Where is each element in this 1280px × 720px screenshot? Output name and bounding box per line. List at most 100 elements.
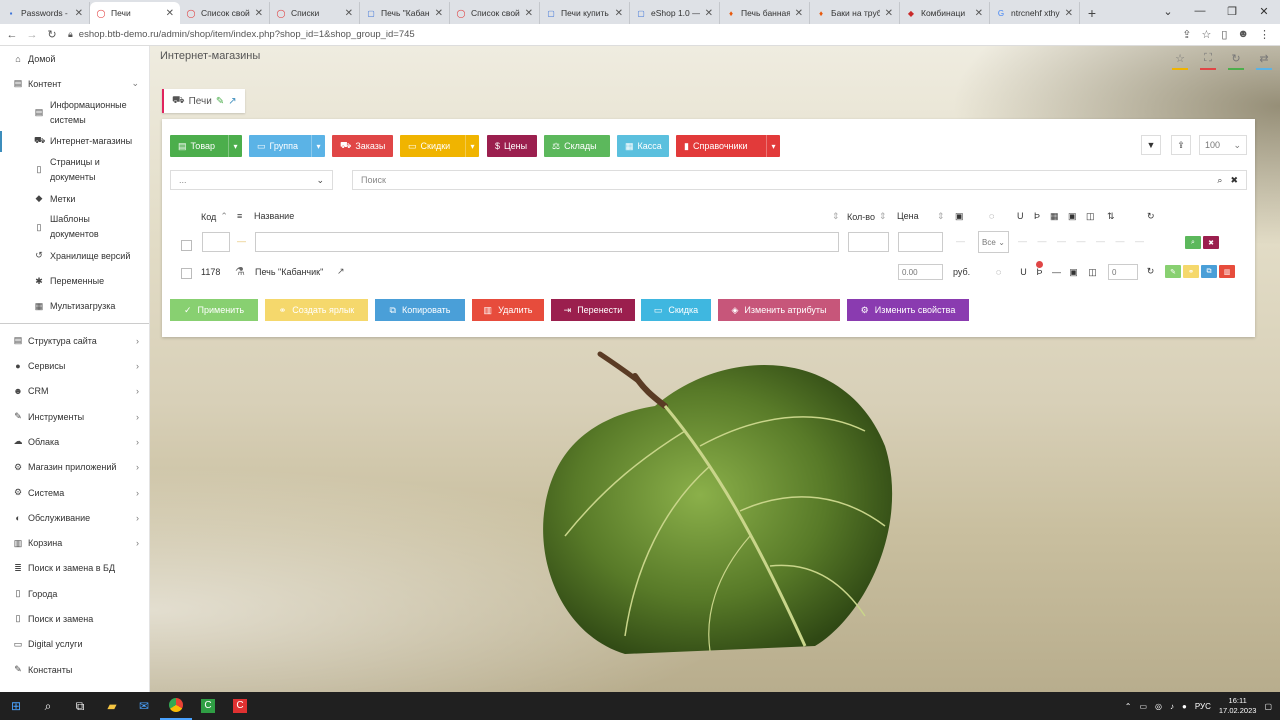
tab-close-icon[interactable]: ✕	[615, 8, 623, 19]
warehouses-button[interactable]: ⚖ Склады	[544, 135, 610, 157]
column-price[interactable]: Цена	[897, 211, 919, 221]
external-link-icon[interactable]: ↗	[228, 96, 236, 107]
copy-button[interactable]: ⧉ Копировать	[375, 299, 465, 321]
file-explorer-icon[interactable]: ▰	[96, 692, 128, 720]
external-link-icon[interactable]: ↗	[337, 266, 345, 277]
column-qty[interactable]: Кол-во ⇕	[847, 211, 887, 222]
name-filter[interactable]	[255, 232, 839, 252]
product-button[interactable]: ▤ Товар ▾	[170, 135, 242, 157]
sidebar-item[interactable]: ▤ Информационные системы	[0, 97, 149, 129]
edit-icon[interactable]: ✎	[216, 96, 224, 107]
sidebar-item[interactable]: ≣ Поиск и замена в БД	[0, 556, 149, 581]
group-select[interactable]: ... ⌄	[170, 170, 333, 190]
sidebar-item[interactable]: ▯ Города	[0, 581, 149, 606]
dropdown-caret-icon[interactable]: ▾	[228, 135, 242, 157]
tab-close-icon[interactable]: ✕	[166, 8, 174, 19]
edit-properties-button[interactable]: ⚙ Изменить свойства	[847, 299, 969, 321]
dropdown-caret-icon[interactable]: ▾	[465, 135, 479, 157]
qty-filter[interactable]	[848, 232, 889, 252]
tab-close-icon[interactable]: ✕	[525, 8, 533, 19]
row-name-link[interactable]: Печь "Кабанчик"	[255, 267, 323, 277]
chevron-down-icon[interactable]: ⌄	[1152, 0, 1184, 22]
column-menu[interactable]: ≡	[237, 211, 242, 221]
battery-icon[interactable]: ▭	[1139, 702, 1147, 711]
sidebar-item[interactable]: ☁ Облака ›	[0, 429, 149, 454]
dropdown-caret-icon[interactable]: ▾	[766, 135, 780, 157]
app-green-icon[interactable]: C	[192, 692, 224, 720]
sort-both-icon[interactable]: ⇕	[832, 211, 840, 222]
star-icon[interactable]: ☆	[1172, 52, 1188, 70]
sidebar-item[interactable]: ✱ Переменные	[0, 268, 149, 293]
price-filter[interactable]	[898, 232, 943, 252]
browser-tab[interactable]: ▢ eShop 1.0 — ✕	[630, 2, 720, 24]
sidebar-item[interactable]: ⚙ Магазин приложений ›	[0, 455, 149, 480]
sidebar-item[interactable]: ▯ Страницы и документы	[0, 154, 149, 186]
swap-icon[interactable]: ⇄	[1256, 52, 1272, 70]
prices-button[interactable]: $ Цены	[487, 135, 537, 157]
browser-tab[interactable]: ▢ Печь "Кабан ✕	[360, 2, 450, 24]
discounts-button[interactable]: ▭ Скидки ▾	[400, 135, 479, 157]
sidebar-item[interactable]: ▦ Мультизагрузка	[0, 294, 149, 319]
bulb-icon[interactable]: ◌	[993, 267, 1004, 277]
column-code[interactable]: Код ⌃	[201, 211, 228, 222]
select-all-checkbox[interactable]	[181, 240, 192, 251]
search-icon[interactable]: ⌕	[32, 692, 64, 720]
network-icon[interactable]: ◎	[1155, 702, 1162, 711]
browser-tab[interactable]: ♦ Баки на труб ✕	[810, 2, 900, 24]
browser-tab[interactable]: ◯ Список свой ✕	[180, 2, 270, 24]
dropdown-caret-icon[interactable]: ▾	[311, 135, 325, 157]
sidebar-item[interactable]: ✎ Константы	[0, 657, 149, 682]
search-button[interactable]: ⌕	[1185, 236, 1201, 249]
parking-icon[interactable]: Þ	[1034, 267, 1045, 277]
sidebar-item[interactable]: ● Сервисы ›	[0, 353, 149, 378]
sidebar-item[interactable]: ▥ Корзина ›	[0, 530, 149, 555]
comments-icon[interactable]: ◫	[1087, 267, 1098, 278]
active-filter-select[interactable]: Все ⌄	[978, 231, 1009, 253]
clock[interactable]: 16:11 17.02.2023	[1219, 696, 1257, 716]
filter-button[interactable]: ▼	[1141, 135, 1161, 155]
money-icon[interactable]: ▣	[1068, 267, 1079, 278]
task-view-icon[interactable]: ⧉	[64, 692, 96, 720]
browser-tab[interactable]: ◯ Списки ✕	[270, 2, 360, 24]
sidebar-item[interactable]: ▤ Структура сайта ›	[0, 328, 149, 353]
app-red-icon[interactable]: C	[224, 692, 256, 720]
code-filter[interactable]	[202, 232, 230, 252]
edit-button[interactable]: ✎	[1165, 265, 1181, 278]
edit-attributes-button[interactable]: ◈ Изменить атрибуты	[718, 299, 840, 321]
discount-button[interactable]: ▭ Скидка	[641, 299, 711, 321]
new-tab-button[interactable]: +	[1080, 2, 1104, 24]
column-name[interactable]: Название	[254, 211, 294, 221]
tab-close-icon[interactable]: ✕	[795, 8, 803, 19]
restore-icon[interactable]: ❐	[1216, 0, 1248, 22]
refresh-icon[interactable]: ↻	[1228, 52, 1244, 70]
tab-close-icon[interactable]: ✕	[345, 8, 353, 19]
table-row[interactable]: 1178 ⚗ Печь "Кабанчик" ↗ 0.00 руб. ◌ U Þ — ▣ ◫ 0 ↻ ✎ ⚭ ⧉…	[170, 259, 1247, 287]
product-thumbnail-icon[interactable]: ⚗	[235, 265, 245, 278]
refresh-icon[interactable]: ↻	[1147, 211, 1155, 222]
browser-tab[interactable]: ◆ Комбинаци ✕	[900, 2, 990, 24]
minimize-icon[interactable]: —	[1184, 0, 1216, 22]
bookmark-star-icon[interactable]: ☆	[1201, 28, 1211, 41]
sort-both-icon[interactable]: ⇕	[937, 211, 945, 222]
breadcrumb[interactable]: ⛟ Печи ✎ ↗	[162, 89, 245, 113]
bulb-icon[interactable]: ◌	[989, 211, 994, 221]
browser-tab[interactable]: ▢ Печи купить ✕	[540, 2, 630, 24]
sort-input[interactable]: 0	[1108, 264, 1138, 280]
share-icon[interactable]: ⇪	[1182, 28, 1191, 41]
tab-close-icon[interactable]: ✕	[705, 8, 713, 19]
references-button[interactable]: ▮ Справочники ▾	[676, 135, 780, 157]
delete-button[interactable]: ▥ Удалить	[472, 299, 544, 321]
tab-close-icon[interactable]: ✕	[435, 8, 443, 19]
mic-icon[interactable]: ●	[1182, 702, 1187, 711]
sidebar-item[interactable]: ☻ CRM ›	[0, 379, 149, 404]
clear-icon[interactable]: ✖	[1230, 175, 1238, 186]
group-button[interactable]: ▭ Группа ▾	[249, 135, 325, 157]
sidebar-item[interactable]: ⚙ Система ›	[0, 480, 149, 505]
tab-close-icon[interactable]: ✕	[885, 8, 893, 19]
browser-tab[interactable]: ◯ Список свой ✕	[450, 2, 540, 24]
windows-start-icon[interactable]: ⊞	[0, 692, 32, 720]
upload-button[interactable]: ⇪	[1171, 135, 1191, 155]
keyboard-language[interactable]: РУС	[1195, 702, 1211, 711]
refresh-icon[interactable]: ↻	[1145, 266, 1156, 277]
delete-button[interactable]: ▥	[1219, 265, 1235, 278]
